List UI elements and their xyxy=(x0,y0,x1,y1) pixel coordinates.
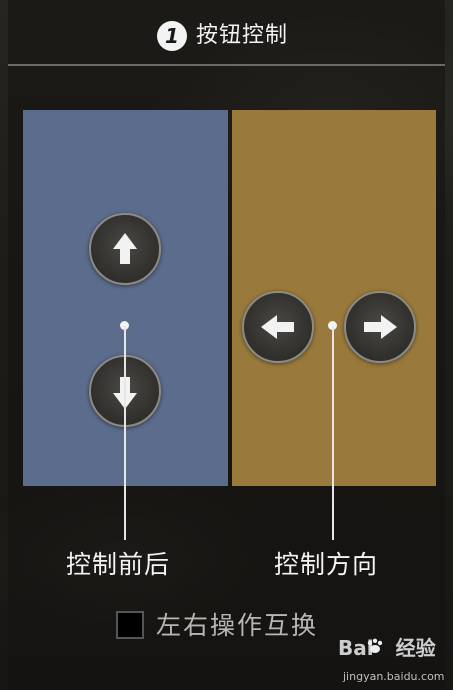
watermark-url: jingyan.baidu.com xyxy=(343,670,445,683)
left-leader-line xyxy=(124,326,126,540)
arrow-up-icon xyxy=(113,233,137,264)
panel-title: 按钮控制 xyxy=(196,23,289,48)
arrow-left-icon xyxy=(261,315,294,339)
turn-right-button[interactable] xyxy=(344,291,416,363)
watermark-logo: Bai 经验 xyxy=(338,632,436,661)
right-leader-line xyxy=(332,326,334,540)
swap-controls-label[interactable]: 左右操作互换 xyxy=(156,606,318,642)
watermark-brand-b: 经验 xyxy=(395,636,436,660)
header-divider xyxy=(8,64,445,66)
turn-left-button[interactable] xyxy=(242,291,314,363)
direction-label: 控制方向 xyxy=(274,550,379,579)
forward-backward-label: 控制前后 xyxy=(66,550,171,579)
arrow-right-icon xyxy=(364,315,397,339)
swap-controls-checkbox[interactable] xyxy=(116,611,144,639)
panel-header: 1 按钮控制 xyxy=(0,0,453,66)
step-number-badge: 1 xyxy=(157,21,187,51)
forward-button[interactable] xyxy=(89,213,161,285)
paw-icon xyxy=(367,638,383,653)
